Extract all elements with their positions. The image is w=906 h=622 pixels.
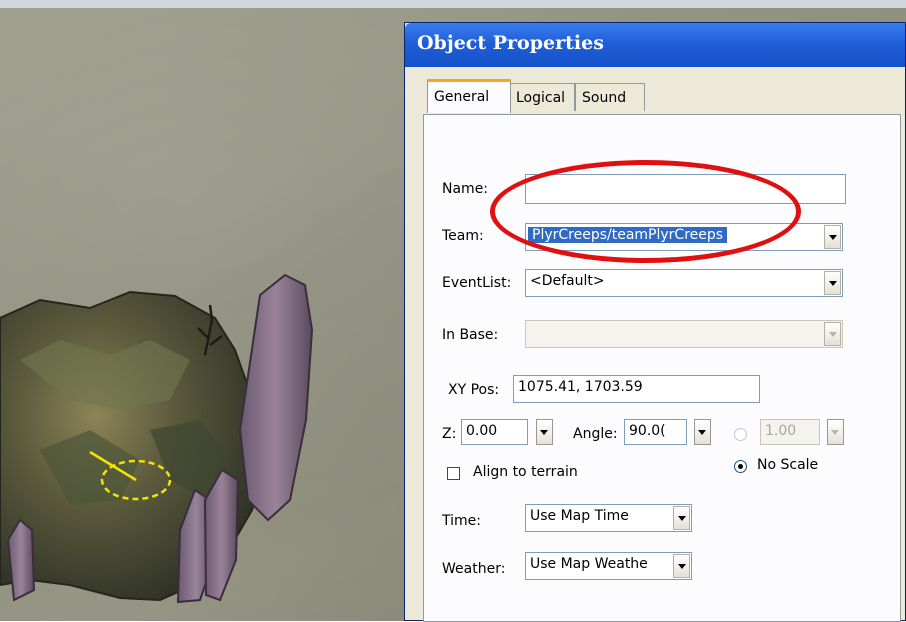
no-scale-radio[interactable]: [734, 460, 747, 473]
eventlist-label: EventList:: [442, 275, 512, 291]
chevron-down-icon[interactable]: [824, 225, 841, 249]
time-dropdown[interactable]: Use Map Time: [525, 504, 692, 532]
weather-dropdown[interactable]: Use Map Weathe: [525, 552, 692, 580]
team-selected-value: PlyrCreeps/teamPlyrCreeps: [528, 227, 728, 243]
align-to-terrain-label: Align to terrain: [473, 464, 578, 480]
xypos-field[interactable]: 1075.41, 1703.59: [513, 375, 760, 403]
team-label: Team:: [442, 228, 484, 244]
scale-radio[interactable]: [734, 428, 747, 441]
time-value: Use Map Time: [530, 508, 629, 524]
scale-spin-button: [827, 419, 844, 445]
object-properties-dialog: Object Properties General Logical Sound …: [404, 22, 906, 622]
xypos-label: XY Pos:: [448, 382, 500, 398]
angle-label: Angle:: [573, 426, 618, 442]
tab-sound[interactable]: Sound: [575, 83, 645, 111]
weather-value: Use Map Weathe: [530, 556, 648, 572]
general-tab-panel: Name: Team: PlyrCreeps/teamPlyrCreeps Ev…: [423, 114, 901, 622]
angle-field[interactable]: 90.0(: [624, 419, 687, 445]
inbase-dropdown: [525, 320, 843, 348]
name-label: Name:: [442, 181, 489, 197]
z-spin-button[interactable]: [536, 419, 553, 445]
no-scale-label: No Scale: [757, 457, 819, 473]
tab-general[interactable]: General: [427, 79, 511, 113]
chevron-down-icon[interactable]: [673, 554, 690, 578]
align-to-terrain-checkbox[interactable]: [447, 467, 460, 480]
z-field[interactable]: 0.00: [461, 419, 528, 445]
name-field[interactable]: [525, 174, 846, 204]
tab-logical[interactable]: Logical: [509, 83, 575, 111]
chevron-down-icon: [824, 322, 841, 346]
eventlist-dropdown[interactable]: <Default>: [525, 269, 843, 297]
dialog-titlebar[interactable]: Object Properties: [405, 23, 905, 67]
team-dropdown[interactable]: PlyrCreeps/teamPlyrCreeps: [525, 223, 843, 251]
inbase-label: In Base:: [442, 327, 499, 343]
angle-spin-button[interactable]: [694, 419, 711, 445]
weather-label: Weather:: [442, 561, 506, 577]
z-label: Z:: [442, 426, 457, 442]
eventlist-value: <Default>: [530, 273, 605, 289]
chevron-down-icon[interactable]: [824, 271, 841, 295]
time-label: Time:: [442, 513, 481, 529]
scale-field: 1.00: [760, 419, 820, 445]
dialog-title: Object Properties: [417, 32, 604, 54]
chevron-down-icon[interactable]: [673, 506, 690, 530]
